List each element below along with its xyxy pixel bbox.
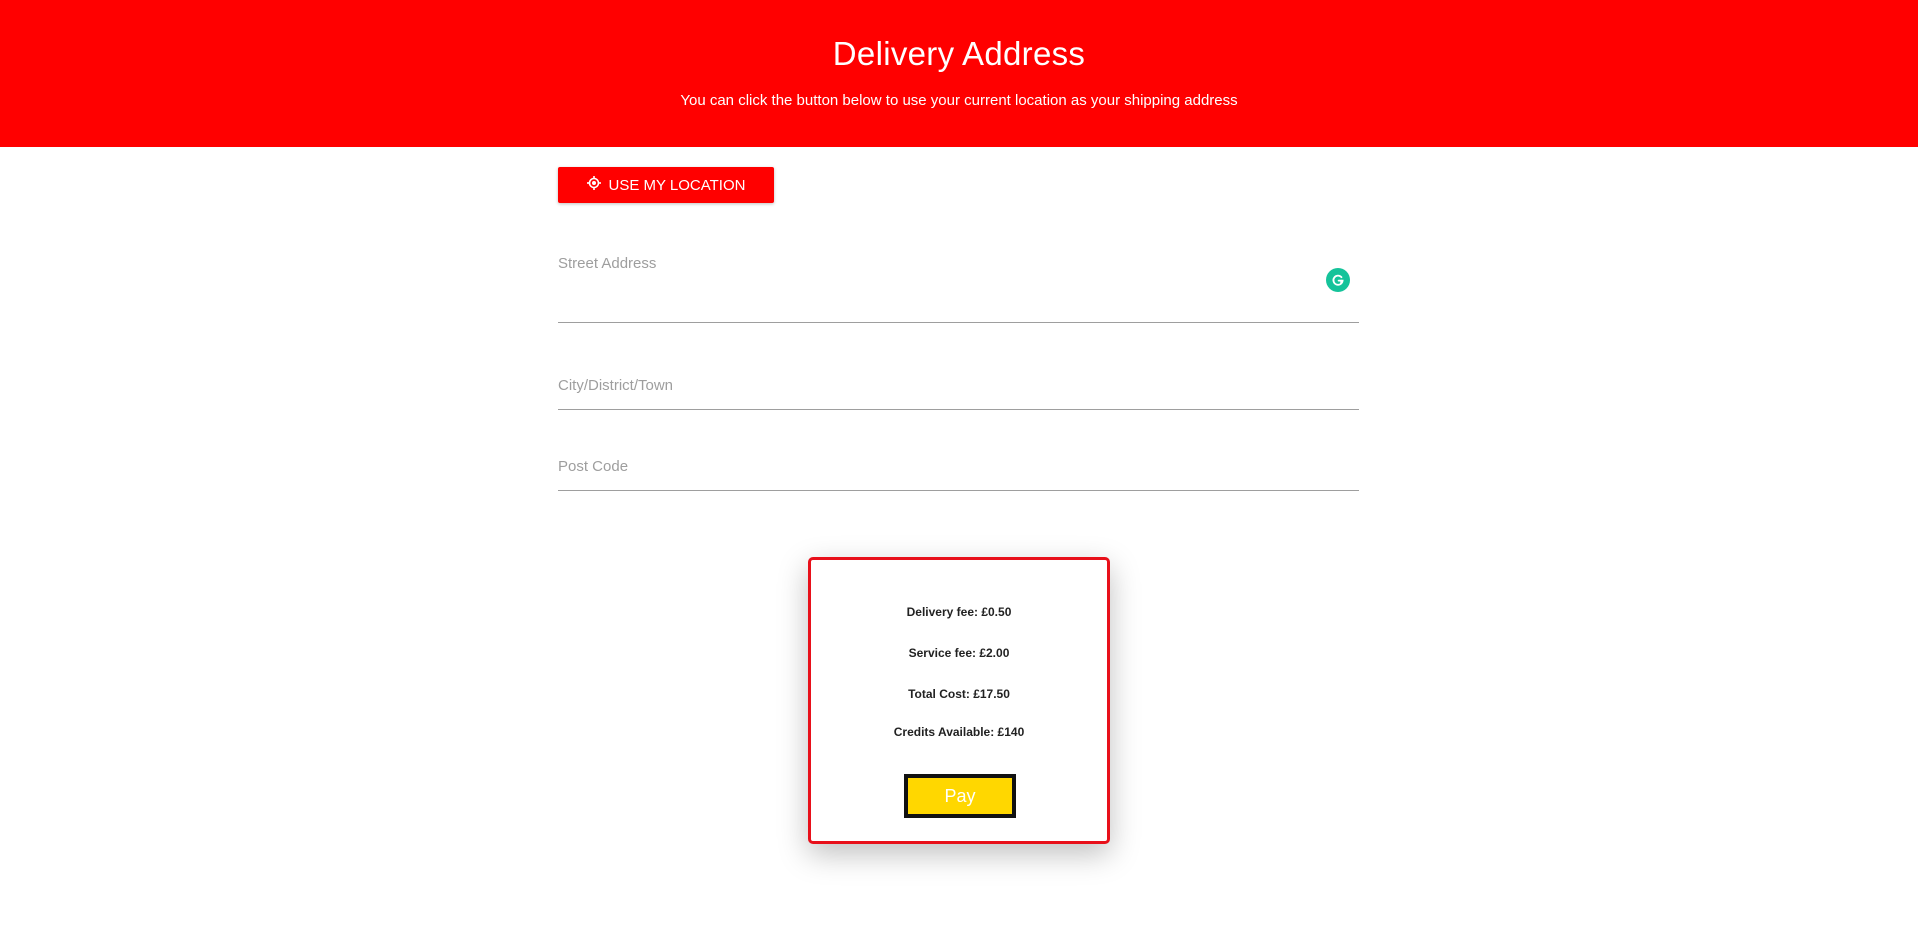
- postcode-input[interactable]: [558, 458, 1359, 475]
- delivery-fee-text: Delivery fee: £0.50: [906, 605, 1012, 619]
- city-input[interactable]: [558, 377, 1359, 394]
- pay-button[interactable]: Pay: [904, 774, 1016, 818]
- use-my-location-button[interactable]: USE MY LOCATION: [558, 167, 774, 203]
- page-title: Delivery Address: [832, 35, 1086, 72]
- use-my-location-label: USE MY LOCATION: [608, 176, 746, 194]
- credits-available-text: Credits Available: £140: [893, 725, 1025, 739]
- total-cost-text: Total Cost: £17.50: [908, 687, 1010, 701]
- page-header: Delivery Address You can click the butto…: [0, 0, 1918, 147]
- street-address-field: [558, 255, 1359, 323]
- postcode-field: [558, 458, 1359, 491]
- order-summary-card: Delivery fee: £0.50 Service fee: £2.00 T…: [808, 557, 1110, 844]
- grammarly-icon[interactable]: [1326, 268, 1350, 292]
- location-target-icon: [586, 176, 601, 190]
- street-address-input[interactable]: [558, 255, 1359, 272]
- page-subtitle: You can click the button below to use yo…: [680, 92, 1238, 109]
- city-field: [558, 377, 1359, 410]
- service-fee-text: Service fee: £2.00: [908, 646, 1010, 660]
